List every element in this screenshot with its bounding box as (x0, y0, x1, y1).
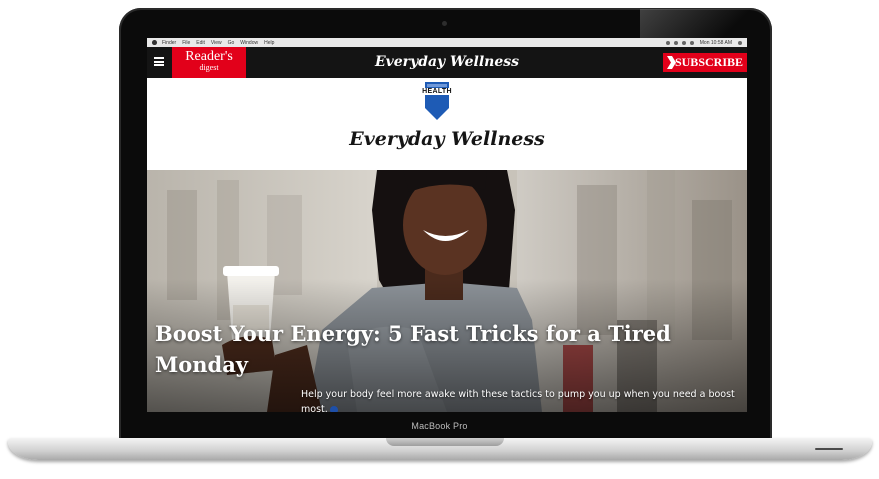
apple-icon[interactable] (152, 40, 157, 45)
device-label: MacBook Pro (411, 421, 468, 431)
header-title: Everyday Wellness (374, 54, 520, 70)
menu-file[interactable]: File (182, 40, 190, 46)
volume-icon[interactable] (681, 40, 686, 45)
menubar-status-area: Mon 10:58 AM (662, 40, 742, 46)
menu-finder[interactable]: Finder (162, 40, 176, 46)
laptop-notch (386, 438, 504, 446)
chevron-right-icon (667, 56, 676, 69)
wifi-icon[interactable] (673, 40, 678, 45)
menubar-clock[interactable]: Mon 10:58 AM (700, 40, 732, 46)
menu-go[interactable]: Go (228, 40, 235, 46)
site-header: Reader's digest Everyday Wellness SUBSCR… (147, 47, 747, 78)
section-title: Everyday Wellness (349, 128, 545, 150)
section-badge-label[interactable]: HEALTH (415, 88, 459, 95)
status-icon[interactable] (665, 40, 670, 45)
hero-headline[interactable]: Boost Your Energy: 5 Fast Tricks for a T… (155, 318, 675, 380)
subscribe-button[interactable]: SUBSCRIBE (663, 53, 747, 72)
webcam (442, 21, 447, 26)
laptop-screen: Finder File Edit View Go Window Help Mon… (147, 38, 747, 412)
hero-dek: Help your body feel more awake with thes… (301, 387, 741, 412)
spotlight-icon[interactable] (738, 40, 742, 45)
section-header: HEALTH Everyday Wellness (147, 78, 747, 170)
subscribe-label: SUBSCRIBE (674, 55, 743, 69)
battery-icon[interactable] (689, 40, 694, 45)
menu-window[interactable]: Window (240, 40, 258, 46)
hero-dek-text: Help your body feel more awake with thes… (301, 389, 735, 412)
read-more-dot-icon[interactable] (329, 405, 338, 412)
menu-view[interactable]: View (211, 40, 222, 46)
menu-edit[interactable]: Edit (196, 40, 205, 46)
menu-help[interactable]: Help (264, 40, 274, 46)
hero-article[interactable]: Boost Your Energy: 5 Fast Tricks for a T… (147, 170, 747, 412)
laptop-indicator (815, 448, 843, 450)
mac-menu-bar: Finder File Edit View Go Window Help Mon… (147, 38, 747, 47)
